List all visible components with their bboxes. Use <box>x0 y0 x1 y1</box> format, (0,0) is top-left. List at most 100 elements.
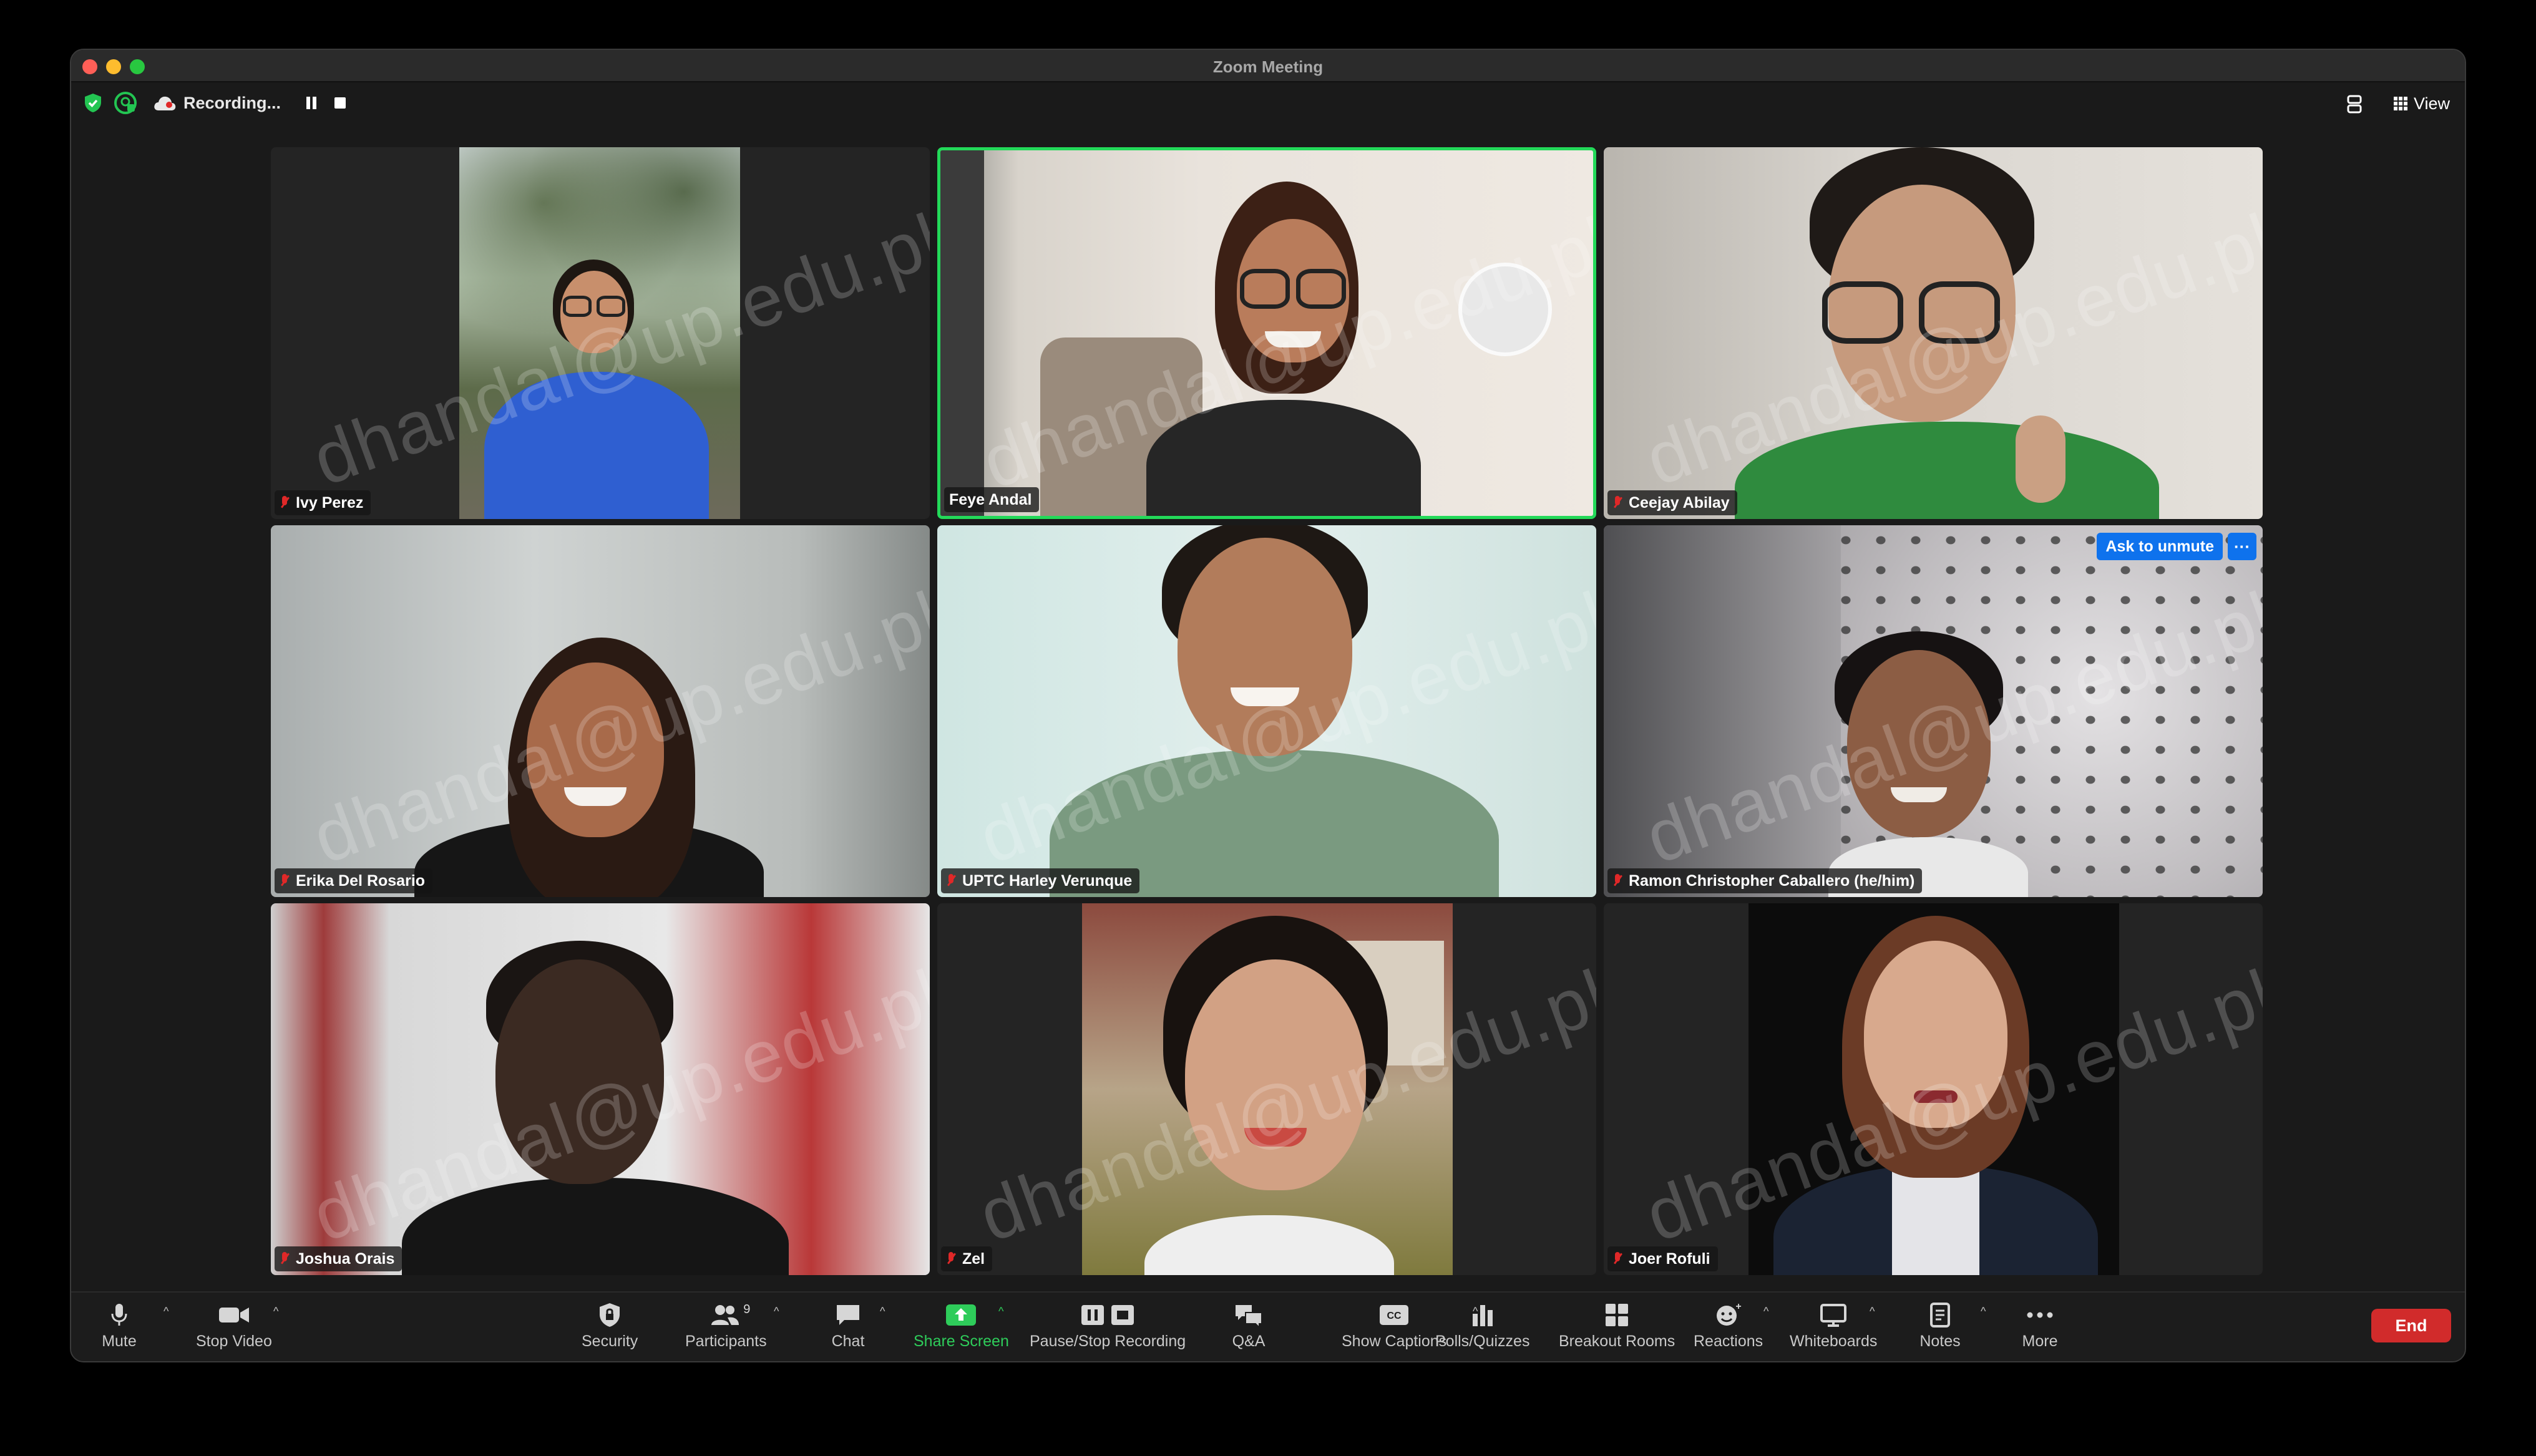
participant-tile[interactable]: dhandal@up.edu.ph Ceejay Abilay <box>1604 147 2263 519</box>
participant-video <box>937 525 1596 897</box>
participant-video <box>271 903 930 1275</box>
show-captions-button[interactable]: CC Show Captions <box>1342 1299 1446 1357</box>
muted-mic-icon <box>280 495 290 511</box>
more-dots-icon <box>2018 1299 2062 1331</box>
notes-label: Notes <box>1919 1332 1961 1350</box>
chat-button[interactable]: Chat <box>826 1299 870 1357</box>
participant-video <box>1604 147 2263 519</box>
zoom-window: Zoom Meeting Recording... View dhandal@u… <box>70 49 2466 1362</box>
participant-tile[interactable]: dhandal@up.edu.ph Joer Rofuli <box>1604 903 2263 1275</box>
pause-stop-recording-button[interactable]: Pause/Stop Recording <box>1030 1299 1186 1357</box>
share-screen-label: Share Screen <box>914 1332 1009 1350</box>
participant-video <box>1082 903 1453 1275</box>
participant-tile-active-speaker[interactable]: dhandal@up.edu.ph Feye Andal <box>937 147 1596 519</box>
participant-name: Joer Rofuli <box>1629 1250 1710 1268</box>
whiteboards-button[interactable]: Whiteboards <box>1790 1299 1877 1357</box>
breakout-rooms-button[interactable]: Breakout Rooms <box>1559 1299 1675 1357</box>
grid-view-icon <box>2393 97 2407 110</box>
participant-video <box>271 525 930 897</box>
breakout-rooms-icon <box>1595 1299 1639 1331</box>
participant-name: Ceejay Abilay <box>1629 493 1730 512</box>
participant-name-tag: Feye Andal <box>944 487 1040 512</box>
reactions-options-caret[interactable]: ^ <box>1763 1305 1768 1318</box>
participant-name: Feye Andal <box>949 490 1032 508</box>
participant-name-tag: Erika Del Rosario <box>275 868 433 893</box>
participant-name-tag: Joer Rofuli <box>1607 1246 1718 1271</box>
muted-mic-icon <box>946 1251 956 1267</box>
chat-label: Chat <box>831 1332 865 1350</box>
video-options-caret[interactable]: ^ <box>273 1305 278 1318</box>
whiteboards-label: Whiteboards <box>1790 1332 1878 1350</box>
breakout-rooms-label: Breakout Rooms <box>1559 1332 1675 1350</box>
muted-mic-icon <box>946 873 956 889</box>
security-button[interactable]: Security <box>582 1299 638 1357</box>
qa-icon <box>1227 1299 1270 1331</box>
muted-mic-icon <box>280 1251 290 1267</box>
participant-name-tag: Ramon Christopher Caballero (he/him) <box>1607 868 1923 893</box>
gallery-grid: dhandal@up.edu.ph Ivy Perez dhandal@up.e… <box>271 147 2266 1275</box>
stop-video-button[interactable]: Stop Video <box>196 1299 272 1357</box>
microphone-icon <box>97 1299 141 1331</box>
mute-button[interactable]: Mute <box>97 1299 141 1357</box>
pause-recording-button[interactable] <box>305 95 318 110</box>
participant-tile[interactable]: dhandal@up.edu.ph Ask to unmute ··· Ramo… <box>1604 525 2263 897</box>
participant-name-tag: Ceejay Abilay <box>1607 490 1737 515</box>
reactions-button[interactable]: + Reactions <box>1694 1299 1763 1357</box>
whiteboards-options-caret[interactable]: ^ <box>1870 1305 1875 1318</box>
security-shield-icon[interactable] <box>82 92 104 114</box>
participant-name-tag: UPTC Harley Verunque <box>941 868 1140 893</box>
video-camera-icon <box>212 1299 256 1331</box>
speaker-view-icon[interactable] <box>2346 94 2363 115</box>
notes-options-caret[interactable]: ^ <box>1981 1305 1986 1318</box>
recording-indicator: Recording... <box>152 90 346 116</box>
share-screen-button[interactable]: Share Screen <box>914 1299 1009 1357</box>
recording-label: Recording... <box>183 93 281 112</box>
chat-options-caret[interactable]: ^ <box>880 1305 885 1318</box>
bar-chart-icon <box>1461 1299 1505 1331</box>
participant-name-tag: Joshua Orais <box>275 1246 402 1271</box>
share-screen-options-caret[interactable]: ^ <box>998 1305 1003 1318</box>
cloud-recording-icon <box>154 96 176 110</box>
more-label: More <box>2022 1332 2058 1350</box>
participant-video <box>1604 525 2263 897</box>
participant-name: Erika Del Rosario <box>296 871 426 890</box>
tile-more-options-button[interactable]: ··· <box>2228 533 2256 560</box>
qa-button[interactable]: Q&A <box>1227 1299 1270 1357</box>
participants-options-caret[interactable]: ^ <box>774 1305 779 1318</box>
more-button[interactable]: More <box>2018 1299 2062 1357</box>
muted-mic-icon <box>1612 1251 1622 1267</box>
participants-icon: 9 <box>704 1299 751 1331</box>
participant-video <box>459 147 740 519</box>
view-button[interactable]: View <box>2393 92 2450 115</box>
end-meeting-button[interactable]: End <box>2371 1309 2451 1342</box>
participant-tile[interactable]: dhandal@up.edu.ph UPTC Harley Verunque <box>937 525 1596 897</box>
participant-name: Ramon Christopher Caballero (he/him) <box>1629 871 1915 890</box>
notes-icon <box>1918 1299 1962 1331</box>
notes-button[interactable]: Notes <box>1918 1299 1962 1357</box>
muted-mic-icon <box>1612 495 1622 511</box>
meeting-topbar: Recording... View <box>71 84 2465 124</box>
participant-tile[interactable]: dhandal@up.edu.ph Ivy Perez <box>271 147 930 519</box>
stop-video-label: Stop Video <box>196 1332 272 1350</box>
participants-count: 9 <box>743 1303 751 1316</box>
stop-recording-button[interactable] <box>334 97 346 109</box>
participant-name: Joshua Orais <box>296 1250 395 1268</box>
participant-tile[interactable]: dhandal@up.edu.ph Erika Del Rosario <box>271 525 930 897</box>
title-bar: Zoom Meeting <box>71 50 2465 82</box>
audio-options-caret[interactable]: ^ <box>163 1305 168 1318</box>
muted-mic-icon <box>1612 873 1622 889</box>
polls-quizzes-label: Polls/Quizzes <box>1435 1332 1530 1350</box>
chat-bubble-icon <box>826 1299 870 1331</box>
view-label: View <box>2413 94 2450 113</box>
participant-tile[interactable]: dhandal@up.edu.ph Zel <box>937 903 1596 1275</box>
muted-mic-icon <box>280 873 290 889</box>
encryption-icon[interactable] <box>114 91 137 115</box>
participants-label: Participants <box>685 1332 767 1350</box>
participant-name-tag: Zel <box>941 1246 993 1271</box>
whiteboard-icon <box>1812 1299 1855 1331</box>
participant-name: Ivy Perez <box>296 493 364 512</box>
ask-to-unmute-button[interactable]: Ask to unmute <box>2097 533 2223 560</box>
participants-button[interactable]: 9 Participants <box>685 1299 767 1357</box>
polls-quizzes-button[interactable]: Polls/Quizzes <box>1435 1299 1529 1357</box>
participant-tile[interactable]: dhandal@up.edu.ph Joshua Orais <box>271 903 930 1275</box>
